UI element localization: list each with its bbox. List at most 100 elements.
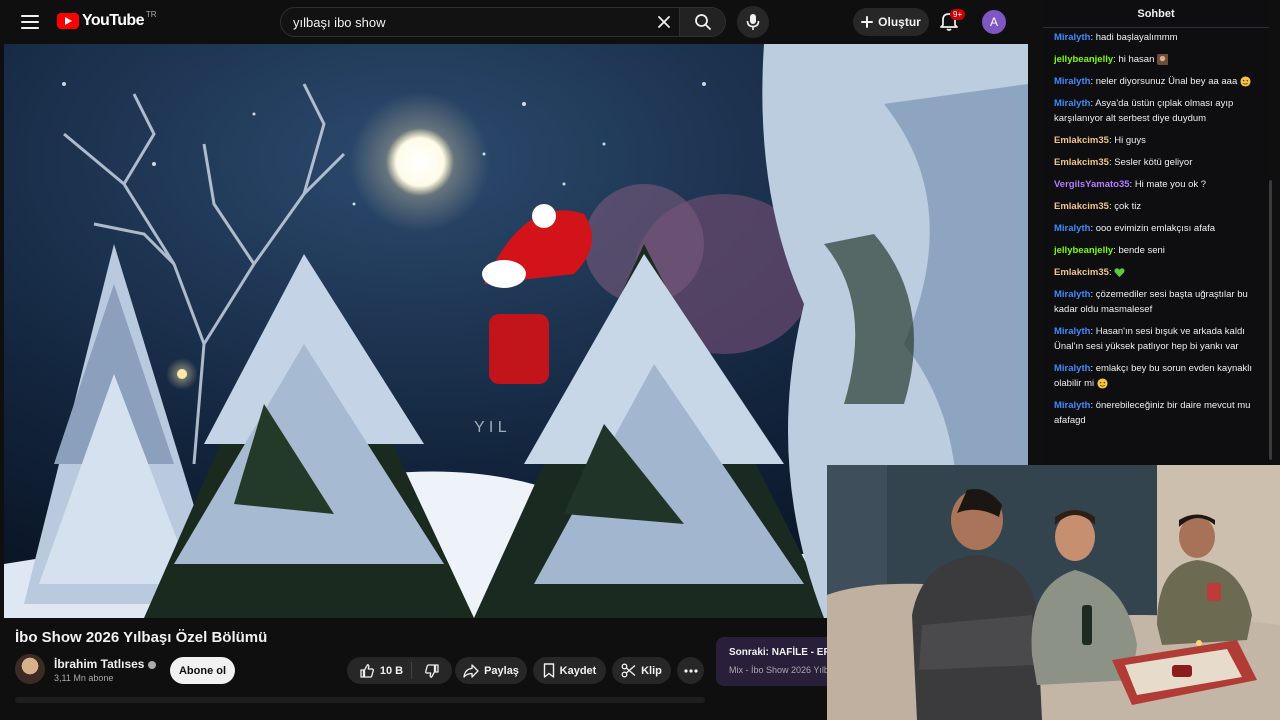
green-heart-icon	[1114, 268, 1125, 278]
video-title: İbo Show 2026 Yılbaşı Özel Bölümü	[15, 629, 268, 646]
chat-scrollbar[interactable]	[1269, 180, 1272, 460]
chat-message: Miralyth: hadi başlayalımmm	[1054, 30, 1258, 45]
chat-text: bende seni	[1118, 245, 1165, 256]
clear-icon[interactable]	[649, 8, 679, 36]
chat-emoji	[1094, 378, 1108, 389]
subscribe-button[interactable]: Abone ol	[170, 657, 235, 684]
search-input[interactable]	[281, 8, 649, 36]
voice-search-button[interactable]	[737, 6, 769, 38]
chat-username[interactable]: Miralyth	[1054, 223, 1090, 234]
chat-message: Miralyth: emlakçı bey bu sorun evden kay…	[1054, 361, 1258, 391]
chat-emoji	[1237, 76, 1251, 87]
chat-username[interactable]: Miralyth	[1054, 98, 1090, 109]
chat-username[interactable]: VergilsYamato35	[1054, 179, 1130, 190]
like-dislike-group: 10 B	[347, 657, 452, 684]
chat-message: Emlakcim35:	[1054, 265, 1258, 280]
youtube-play-icon	[57, 13, 79, 29]
chat-title: Sohbet	[1043, 0, 1269, 28]
chat-text: neler diyorsunuz Ünal bey aa aaa	[1095, 76, 1238, 87]
chat-text: Sesler kötü geliyor	[1114, 157, 1193, 168]
search-button[interactable]	[679, 8, 725, 36]
chat-message: Miralyth: ooo evimizin emlakçısı afafa	[1054, 221, 1258, 236]
dislike-button[interactable]	[417, 663, 440, 679]
search-icon	[694, 14, 711, 30]
share-icon	[463, 663, 479, 678]
screen: YouTube TR Oluştur 9+	[0, 0, 1280, 720]
channel-avatar[interactable]	[15, 654, 45, 684]
share-button[interactable]: Paylaş	[455, 657, 527, 684]
chat-message: jellybeanjelly: bende seni	[1054, 243, 1258, 258]
chat-text: çok tiz	[1114, 201, 1142, 212]
thumbs-up-icon	[360, 663, 374, 678]
chat-username[interactable]: jellybeanjelly	[1054, 245, 1113, 256]
chat-username[interactable]: Miralyth	[1054, 32, 1090, 43]
chat-message: Miralyth: önerebileceğiniz bir daire mev…	[1054, 398, 1258, 428]
account-avatar[interactable]: A	[982, 10, 1006, 34]
plus-icon	[861, 16, 874, 28]
chat-username[interactable]: Emlakcim35	[1054, 201, 1109, 212]
create-label: Oluştur	[878, 15, 921, 29]
chat-username[interactable]: Emlakcim35	[1054, 135, 1109, 146]
chat-username[interactable]: Emlakcim35	[1054, 157, 1109, 168]
thumbs-down-icon	[425, 663, 439, 678]
svg-text:Y I L: Y I L	[474, 419, 507, 436]
chat-text: hadi başlayalımmm	[1095, 32, 1178, 43]
subscriber-count: 3,11 Mn abone	[54, 673, 114, 683]
more-horizontal-icon	[683, 668, 698, 673]
youtube-logo[interactable]: YouTube TR	[57, 9, 157, 30]
logo-text: YouTube	[82, 12, 144, 29]
up-next-title: Sonraki: NAFİLE - ERA	[729, 647, 836, 658]
chat-message: jellybeanjelly: hi hasan	[1054, 52, 1258, 67]
scissors-icon	[621, 663, 636, 678]
chat-message: Miralyth: Asya'da üstün çıplak olması ay…	[1054, 96, 1258, 126]
webcam-overlay	[827, 465, 1280, 720]
microphone-icon	[746, 14, 760, 30]
chat-emoji	[1114, 267, 1125, 278]
chat-text: ooo evimizin emlakçısı afafa	[1095, 223, 1216, 234]
more-actions-button[interactable]	[677, 657, 704, 684]
chat-username[interactable]: Miralyth	[1054, 76, 1090, 87]
description-box-edge	[15, 697, 705, 703]
chat-message: Emlakcim35: çok tiz	[1054, 199, 1258, 214]
chat-message-list[interactable]: Miralyth: hadi başlayalımmm jellybeanjell…	[1043, 28, 1269, 428]
menu-icon[interactable]	[18, 11, 42, 33]
chat-text: Hi mate you ok ?	[1134, 179, 1207, 190]
chat-text: hi hasan	[1118, 54, 1155, 65]
chat-emoji	[1154, 53, 1168, 65]
chat-message: Miralyth: Hasan'ın sesi bışuk ve arkada …	[1054, 324, 1258, 354]
chat-panel: Sohbet Miralyth: hadi başlayalımmm jellyb…	[1043, 0, 1269, 465]
save-label: Kaydet	[559, 664, 597, 677]
top-bar: YouTube TR Oluştur 9+	[4, 0, 1028, 44]
channel-name-text: İbrahim Tatlıses	[54, 657, 145, 671]
face-emoji-icon	[1097, 378, 1108, 389]
save-button[interactable]: Kaydet	[533, 657, 606, 684]
chat-username[interactable]: Miralyth	[1054, 289, 1090, 300]
chat-username[interactable]: jellybeanjelly	[1054, 54, 1113, 65]
channel-name[interactable]: İbrahim Tatlıses	[54, 657, 157, 671]
clip-label: Klip	[641, 664, 662, 677]
search-box	[280, 7, 726, 37]
share-label: Paylaş	[484, 664, 519, 677]
up-next-subtitle: Mix - İbo Show 2026 Yılbaşı	[729, 665, 836, 675]
chat-username[interactable]: Miralyth	[1054, 363, 1090, 374]
notification-count-badge: 9+	[950, 9, 966, 20]
chat-username[interactable]: Miralyth	[1054, 400, 1090, 411]
like-count: 10 B	[379, 664, 404, 677]
avatar-emote-icon	[1157, 53, 1168, 65]
chat-text: Hi guys	[1114, 135, 1146, 146]
chat-message: Miralyth: neler diyorsunuz Ünal bey aa a…	[1054, 74, 1258, 89]
up-next-card[interactable]: Sonraki: NAFİLE - ERA Mix - İbo Show 202…	[716, 637, 836, 686]
chat-message: Emlakcim35: Hi guys	[1054, 133, 1258, 148]
chat-username[interactable]: Emlakcim35	[1054, 267, 1109, 278]
bookmark-icon	[543, 663, 554, 678]
face-emoji-icon	[1240, 76, 1251, 87]
webcam-scene	[827, 465, 1280, 720]
chat-username[interactable]: Miralyth	[1054, 326, 1090, 337]
logo-country-code: TR	[145, 9, 157, 19]
verified-icon	[148, 660, 157, 669]
like-button[interactable]: 10 B	[359, 662, 413, 679]
chat-message: Emlakcim35: Sesler kötü geliyor	[1054, 155, 1258, 170]
create-button[interactable]: Oluştur	[853, 8, 929, 36]
clip-button[interactable]: Klip	[612, 657, 671, 684]
notifications-button[interactable]: 9+	[939, 9, 966, 34]
